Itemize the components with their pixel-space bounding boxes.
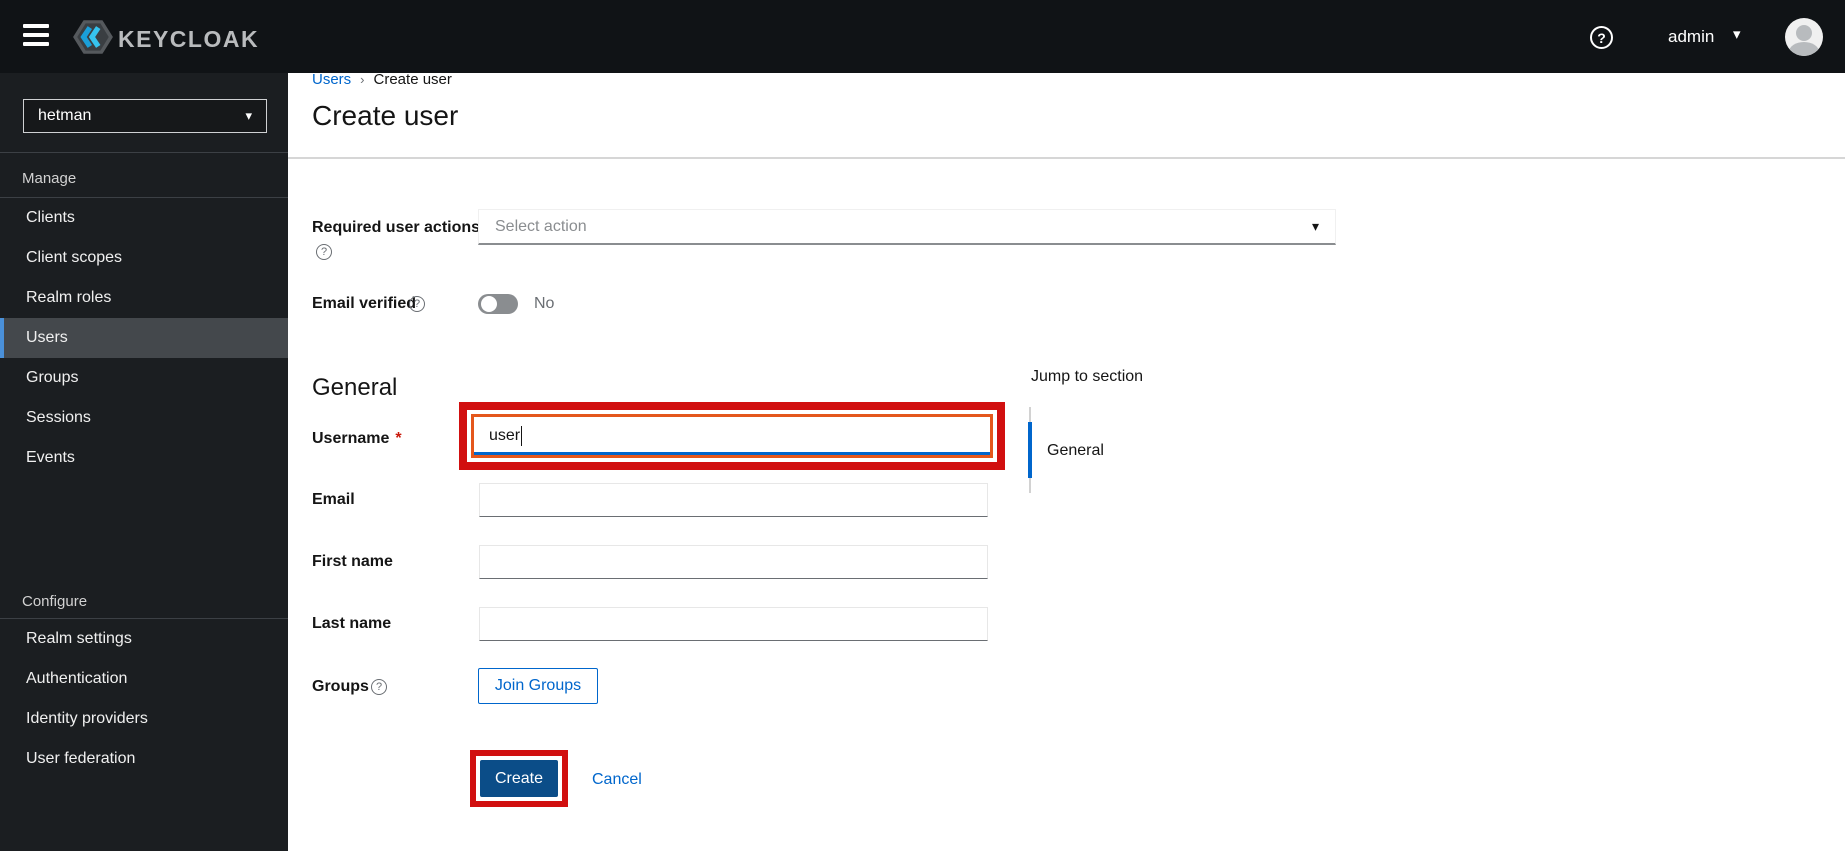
join-groups-button[interactable]: Join Groups — [478, 668, 598, 704]
groups-label: Groups — [312, 678, 369, 695]
sidebar-item-events[interactable]: Events — [0, 438, 288, 478]
avatar[interactable] — [1785, 18, 1823, 56]
breadcrumb-separator-icon: › — [360, 72, 365, 87]
breadcrumb-users-link[interactable]: Users — [312, 71, 351, 88]
annotation-highlight-create: Create — [470, 750, 568, 807]
sidebar-item-realm-settings[interactable]: Realm settings — [0, 619, 288, 659]
sidebar-item-identity-providers[interactable]: Identity providers — [0, 699, 288, 739]
configure-nav-list: Realm settings Authentication Identity p… — [0, 619, 288, 779]
last-name-label: Last name — [312, 615, 392, 632]
email-field[interactable] — [479, 483, 988, 517]
toggle-knob — [481, 296, 497, 312]
chevron-down-icon: ▾ — [245, 108, 252, 123]
help-icon[interactable]: ? — [1590, 26, 1613, 49]
chevron-down-icon[interactable]: ▾ — [1733, 25, 1741, 43]
page-title: Create user — [312, 100, 459, 131]
sidebar: hetman ▾ Manage Clients Client scopes Re… — [0, 73, 288, 851]
brand-text: KEYCLOAK — [118, 26, 260, 52]
required-marker: * — [395, 430, 402, 447]
sidebar-item-authentication[interactable]: Authentication — [0, 659, 288, 699]
general-section-title: General — [312, 374, 398, 401]
last-name-field[interactable] — [479, 607, 988, 641]
jump-to-section-title: Jump to section — [1031, 368, 1144, 385]
manage-nav-list: Clients Client scopes Realm roles Users … — [0, 198, 288, 478]
sidebar-item-user-federation[interactable]: User federation — [0, 739, 288, 779]
jump-link-general[interactable]: General — [1047, 442, 1104, 460]
jump-nav-active-bar — [1028, 422, 1032, 478]
user-menu[interactable]: admin — [1668, 27, 1714, 47]
divider — [288, 157, 1845, 159]
text-cursor — [521, 426, 523, 446]
realm-selector[interactable]: hetman ▾ — [23, 99, 267, 133]
cancel-link[interactable]: Cancel — [592, 771, 642, 789]
keycloak-admin-console: KEYCLOAK ? admin ▾ hetman ▾ Manage Clien… — [0, 0, 1845, 851]
first-name-label: First name — [312, 553, 393, 570]
username-label: Username * — [312, 430, 402, 447]
sidebar-item-sessions[interactable]: Sessions — [0, 398, 288, 438]
help-icon[interactable]: ? — [409, 296, 425, 312]
sidebar-item-clients[interactable]: Clients — [0, 198, 288, 238]
sidebar-item-users[interactable]: Users — [0, 318, 288, 358]
realm-name: hetman — [38, 107, 92, 124]
avatar-person-icon — [1796, 25, 1812, 41]
hamburger-menu-icon[interactable] — [23, 24, 49, 49]
avatar-person-icon — [1789, 42, 1819, 56]
first-name-field[interactable] — [479, 545, 988, 579]
sidebar-item-groups[interactable]: Groups — [0, 358, 288, 398]
required-user-actions-select[interactable]: Select action ▾ — [478, 209, 1336, 245]
chevron-down-icon: ▾ — [1311, 218, 1319, 234]
keycloak-logo[interactable]: KEYCLOAK — [72, 16, 259, 63]
help-icon[interactable]: ? — [316, 244, 332, 260]
create-button[interactable]: Create — [480, 760, 558, 797]
nav-section-manage: Manage — [22, 170, 77, 187]
sidebar-item-client-scopes[interactable]: Client scopes — [0, 238, 288, 278]
top-header-bar: KEYCLOAK ? admin ▾ — [0, 0, 1845, 73]
help-icon[interactable]: ? — [371, 679, 387, 695]
username-value: user — [489, 427, 521, 444]
email-verified-state: No — [534, 295, 555, 312]
email-verified-toggle[interactable] — [478, 294, 518, 314]
annotation-highlight-username: user — [459, 402, 1005, 470]
select-placeholder: Select action — [495, 217, 587, 235]
keycloak-hexagon-icon — [72, 16, 114, 63]
nav-section-configure: Configure — [22, 593, 88, 610]
sidebar-item-realm-roles[interactable]: Realm roles — [0, 278, 288, 318]
divider — [0, 152, 288, 153]
username-input[interactable]: user — [471, 414, 993, 458]
email-verified-label: Email verified — [312, 295, 417, 312]
breadcrumb: Users › Create user — [312, 71, 452, 88]
email-label: Email — [312, 491, 355, 508]
required-user-actions-label: Required user actions — [312, 219, 481, 236]
breadcrumb-current: Create user — [373, 71, 452, 88]
